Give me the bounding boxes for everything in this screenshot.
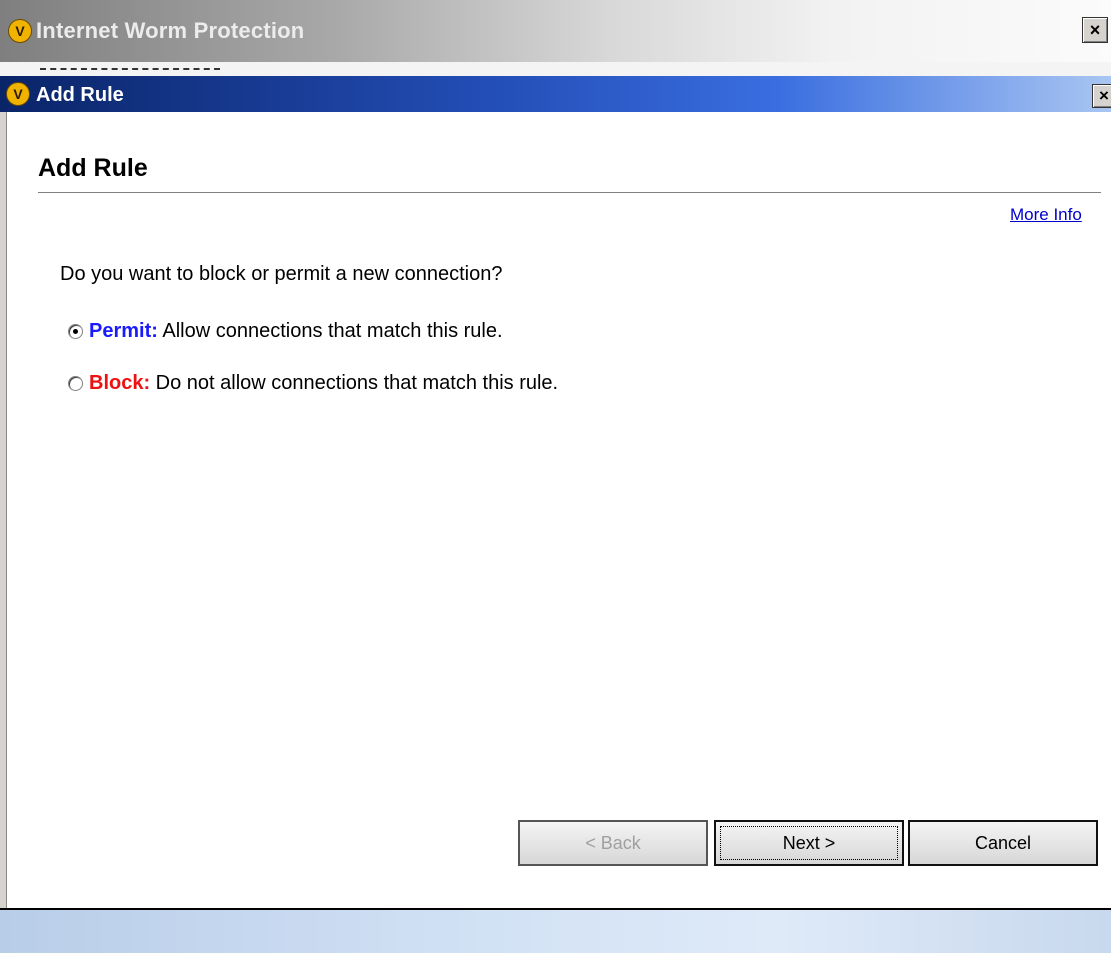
norton-shield-icon: V — [6, 82, 30, 106]
more-info-link[interactable]: More Info — [1010, 205, 1082, 225]
heading-divider — [38, 192, 1101, 193]
parent-window-cut-text — [40, 68, 220, 73]
permit-radio[interactable] — [68, 324, 83, 339]
block-keyword: Block: — [89, 372, 151, 394]
cancel-button[interactable]: Cancel — [908, 820, 1098, 866]
parent-close-button[interactable]: × — [1082, 17, 1108, 43]
permit-option[interactable]: Permit: Allow connections that match thi… — [68, 320, 503, 343]
dialog-close-button[interactable]: × — [1092, 84, 1111, 108]
next-button[interactable]: Next > — [714, 820, 904, 866]
question-text: Do you want to block or permit a new con… — [60, 263, 503, 285]
page-title: Add Rule — [38, 154, 148, 182]
block-description: Do not allow connections that match this… — [150, 372, 559, 394]
back-button[interactable]: < Back — [518, 820, 708, 866]
norton-shield-icon: V — [8, 19, 32, 43]
bottom-strip — [0, 910, 1111, 953]
block-option[interactable]: Block: Do not allow connections that mat… — [68, 372, 558, 395]
parent-window-titlebar: V Internet Worm Protection × — [0, 0, 1111, 62]
add-rule-dialog: V Add Rule × Add Rule More Info Do you w… — [0, 76, 1111, 953]
dialog-title: Add Rule — [36, 84, 124, 106]
parent-window-strip — [0, 62, 1111, 76]
permit-keyword: Permit: — [89, 320, 158, 342]
block-radio[interactable] — [68, 376, 83, 391]
parent-window-title: Internet Worm Protection — [36, 18, 305, 43]
permit-description: Allow connections that match this rule. — [157, 320, 503, 342]
dialog-titlebar[interactable]: V Add Rule × — [0, 76, 1111, 112]
dialog-left-border — [0, 112, 7, 912]
